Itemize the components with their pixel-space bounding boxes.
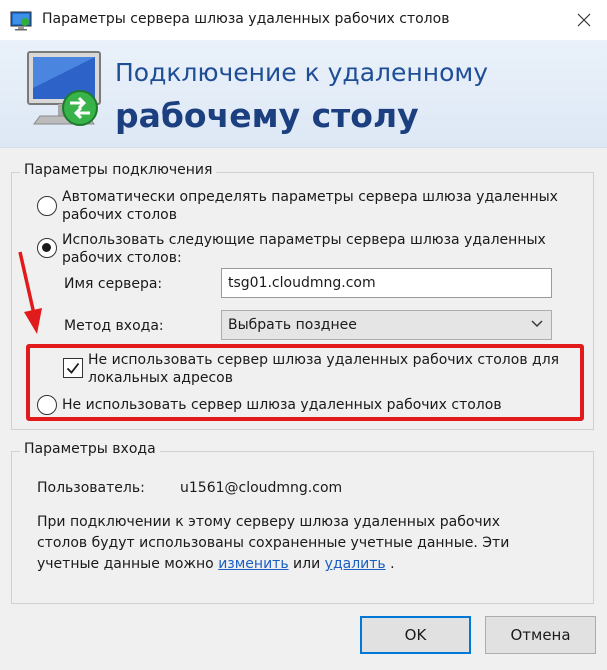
desc-line1: При подключении к этому серверу шлюза уд… [37, 514, 501, 530]
no-gateway-label[interactable]: Не использовать сервер шлюза удаленных р… [62, 396, 502, 414]
user-label: Пользователь: [37, 480, 145, 496]
desc-line3-prefix: учетные данные можно [37, 556, 214, 572]
bypass-local-line2: локальных адресов [88, 370, 233, 386]
delete-credentials-link[interactable]: удалить [325, 556, 386, 572]
banner-title-line1: Подключение к удаленному [115, 58, 489, 87]
logon-method-label: Метод входа: [64, 318, 164, 334]
logon-method-value: Выбрать позднее [228, 317, 357, 333]
use-settings-line1: Использовать следующие параметры сервера… [62, 232, 546, 248]
desc-line2: столов будут использованы сохраненные уч… [37, 535, 510, 551]
logon-method-select[interactable]: Выбрать позднее [221, 310, 552, 340]
credentials-description: При подключении к этому серверу шлюза уд… [37, 512, 509, 575]
banner-title-line2: рабочему столу [115, 96, 419, 135]
header-banner: Подключение к удаленному рабочему столу [0, 40, 607, 148]
logon-settings-legend: Параметры входа [20, 441, 160, 457]
desc-line3: учетные данные можно изменить или удалит… [37, 554, 509, 575]
remote-desktop-monitor-icon [27, 51, 101, 126]
auto-detect-line1: Автоматически определять параметры серве… [62, 189, 558, 205]
auto-detect-line2: рабочих столов [62, 207, 177, 223]
title-bar: Параметры сервера шлюза удаленных рабочи… [0, 0, 607, 40]
radio-auto-detect[interactable] [37, 196, 57, 216]
ok-button[interactable]: OK [360, 616, 471, 654]
remote-desktop-icon [10, 11, 32, 31]
radio-no-gateway[interactable] [37, 395, 57, 415]
edit-credentials-link[interactable]: изменить [218, 556, 288, 572]
server-name-input[interactable]: tsg01.cloudmng.com [221, 268, 552, 298]
bypass-local-line1: Не использовать сервер шлюза удаленных р… [88, 352, 560, 368]
cancel-button[interactable]: Отмена [485, 616, 596, 654]
connection-settings-legend: Параметры подключения [20, 162, 217, 178]
bypass-local-label[interactable]: Не использовать сервер шлюза удаленных р… [88, 351, 559, 387]
window-title: Параметры сервера шлюза удаленных рабочи… [42, 11, 450, 27]
bypass-local-checkbox[interactable] [63, 358, 83, 378]
server-name-label: Имя сервера: [64, 276, 163, 292]
red-arrow-icon [18, 251, 42, 334]
use-settings-line2: рабочих столов: [62, 250, 182, 266]
desc-end: . [390, 556, 395, 572]
close-icon [577, 13, 591, 27]
chevron-down-icon [531, 320, 543, 327]
use-settings-label[interactable]: Использовать следующие параметры сервера… [62, 231, 546, 267]
close-button[interactable] [561, 0, 607, 40]
auto-detect-label[interactable]: Автоматически определять параметры серве… [62, 188, 558, 224]
checkmark-icon [66, 362, 80, 374]
desc-or: или [293, 556, 321, 572]
user-value: u1561@cloudmng.com [180, 480, 343, 496]
